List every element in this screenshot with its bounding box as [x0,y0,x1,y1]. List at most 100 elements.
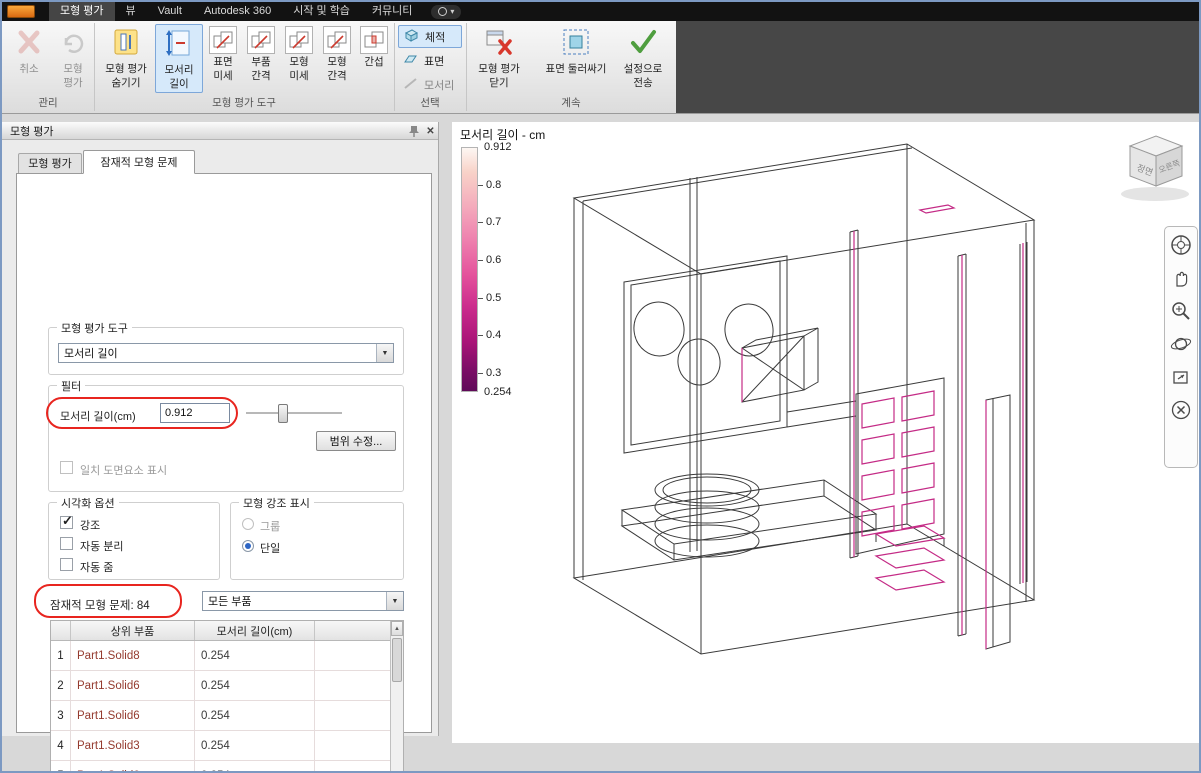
wireframe-model[interactable] [452,122,1201,743]
menu-tab-vault[interactable]: Vault [147,2,193,21]
navigation-bar [1164,226,1198,468]
table-row[interactable]: 2 Part1.Solid6 0.254 [51,671,403,701]
highlight-checkbox[interactable]: ✓ [60,513,73,529]
part-gap-button[interactable]: 부품 간격 [243,24,279,93]
volume-icon [404,28,419,46]
groupbox-highlight-mode: 모형 강조 표시 [230,495,404,580]
pan-hand-icon[interactable] [1169,266,1193,290]
edge-icon [403,76,418,94]
column-header-edge-length[interactable]: 모서리 길이(cm) [195,621,315,640]
pin-icon[interactable] [406,124,421,138]
group-radio-label: 그룹 [260,521,281,533]
interference-button[interactable]: 간섭 [357,24,391,93]
model-gap-icon [323,26,351,54]
select-surface-item[interactable]: 표면 [398,49,462,72]
parts-filter-dropdown[interactable]: 모든 부품 ▼ [202,591,404,611]
menu-tabs: 모형 평가 뷰 Vault Autodesk 360 시작 및 학습 커뮤니티 [49,2,423,21]
model-gap-button[interactable]: 모형 간격 [319,24,355,93]
close-navbar-icon[interactable] [1169,398,1193,422]
column-header-parent-part[interactable]: 상위 부품 [71,621,195,640]
auto-zoom-checkbox[interactable] [60,558,73,571]
surface-icon [403,52,418,70]
edge-length-button[interactable]: 모서리 길이 [155,24,203,93]
match-geometry-label: 일치 도면요소 표시 [80,465,168,477]
ribbon-group-label-continue: 계속 [561,97,581,109]
evaluation-tool-dropdown[interactable]: 모서리 길이 ▼ [58,343,394,363]
table-row[interactable]: 1 Part1.Solid8 0.254 [51,641,403,671]
surface-wrap-button[interactable]: 표면 둘러싸기 [540,24,612,93]
3d-viewport[interactable]: 모서리 길이 - cm 0.912 0.8 0.7 0.6 0.5 0.4 0.… [452,122,1201,743]
app-logo-icon[interactable] [7,5,35,18]
hide-evaluation-icon [111,26,141,61]
send-to-settings-icon [627,26,659,61]
chevron-down-icon: ▾ [450,7,455,16]
table-row[interactable]: 4 Part1.Solid3 0.254 [51,731,403,761]
ribbon-group-label-manage: 관리 [38,97,58,109]
scroll-up-icon[interactable]: ▲ [391,621,403,636]
model-fine-icon [285,26,313,54]
surface-fine-button[interactable]: 표면 미세 [205,24,241,93]
highlight-label: 강조 [80,520,101,532]
menu-tab-model-evaluation[interactable]: 모형 평가 [49,2,115,21]
menu-tab-community[interactable]: 커뮤니티 [361,2,423,21]
auto-isolate-checkbox[interactable] [60,537,73,550]
issue-count-label: 잠재적 모형 문제: 84 [50,600,150,612]
select-volume-item[interactable]: 체적 [398,25,462,48]
menu-tab-view[interactable]: 뷰 [115,2,147,21]
titlebar: 모형 평가 뷰 Vault Autodesk 360 시작 및 학습 커뮤니티 … [2,2,1199,21]
zoom-icon[interactable] [1169,299,1193,323]
ribbon-group-label-tools: 모형 평가 도구 [212,97,276,109]
surface-wrap-icon [560,26,592,61]
auto-isolate-label: 자동 분리 [80,541,124,553]
cancel-icon [14,26,44,61]
surface-fine-icon [209,26,237,54]
look-at-icon[interactable] [1169,365,1193,389]
select-edge-item[interactable]: 모서리 [398,73,462,96]
titlebar-extra-menu[interactable]: ▾ [431,4,462,19]
table-row[interactable]: 5 Part1.Solid6 0.254 [51,761,403,771]
model-evaluation-button[interactable]: 모형 평가 [52,24,94,93]
issues-table: 상위 부품 모서리 길이(cm) 1 Part1.Solid8 0.254 2 … [50,620,404,771]
ribbon-empty-area [676,21,1199,113]
auto-zoom-label: 자동 줌 [80,562,114,574]
application-window: 모형 평가 뷰 Vault Autodesk 360 시작 및 학습 커뮤니티 … [0,0,1201,773]
orbit-icon[interactable] [1169,332,1193,356]
send-to-settings-button[interactable]: 설정으로 전송 [616,24,670,93]
groupbox-visualization: 시각화 옵션 [48,495,220,580]
menu-tab-autodesk360[interactable]: Autodesk 360 [193,2,282,21]
edge-length-label: 모서리 길이(cm) [60,411,136,423]
part-gap-icon [247,26,275,54]
modify-range-button[interactable]: 범위 수정... [316,431,396,451]
navigation-wheel-icon[interactable] [1169,233,1193,257]
chevron-down-icon: ▼ [386,592,403,610]
ribbon-border [2,113,1199,114]
ribbon-group-label-select: 선택 [420,97,440,109]
model-fine-button[interactable]: 모형 미세 [281,24,317,93]
record-icon [438,7,448,16]
scrollbar-thumb[interactable] [392,638,402,682]
close-panel-icon[interactable]: ✕ [423,124,438,138]
hide-evaluation-button[interactable]: 모형 평가 숨기기 [99,24,153,93]
menu-tab-getting-started[interactable]: 시작 및 학습 [282,2,361,21]
close-evaluation-icon [484,26,514,61]
panel-header[interactable]: 모형 평가 ✕ [2,122,438,140]
tab-model-evaluation[interactable]: 모형 평가 [18,153,82,174]
viewcube[interactable]: 정면 오른쪽 [1110,128,1200,206]
table-scrollbar[interactable]: ▲ ▼ [390,621,403,771]
table-row[interactable]: 3 Part1.Solid6 0.254 [51,701,403,731]
edge-length-input[interactable] [160,403,230,423]
match-geometry-checkbox[interactable] [60,461,73,474]
group-radio[interactable] [242,518,254,530]
single-radio[interactable] [242,540,254,552]
panel-title: 모형 평가 [10,125,54,138]
tab-potential-issues[interactable]: 잠재적 모형 문제 [83,150,195,174]
cancel-button[interactable]: 취소 [8,24,50,93]
filter-slider-thumb[interactable] [278,404,288,423]
edge-length-icon [164,27,194,62]
refresh-icon [58,26,88,61]
single-radio-label: 단일 [260,543,281,555]
close-evaluation-button[interactable]: 모형 평가 닫기 [470,24,528,93]
interference-icon [360,26,388,54]
table-header-row: 상위 부품 모서리 길이(cm) [51,621,403,641]
filter-slider-track[interactable] [246,412,342,415]
